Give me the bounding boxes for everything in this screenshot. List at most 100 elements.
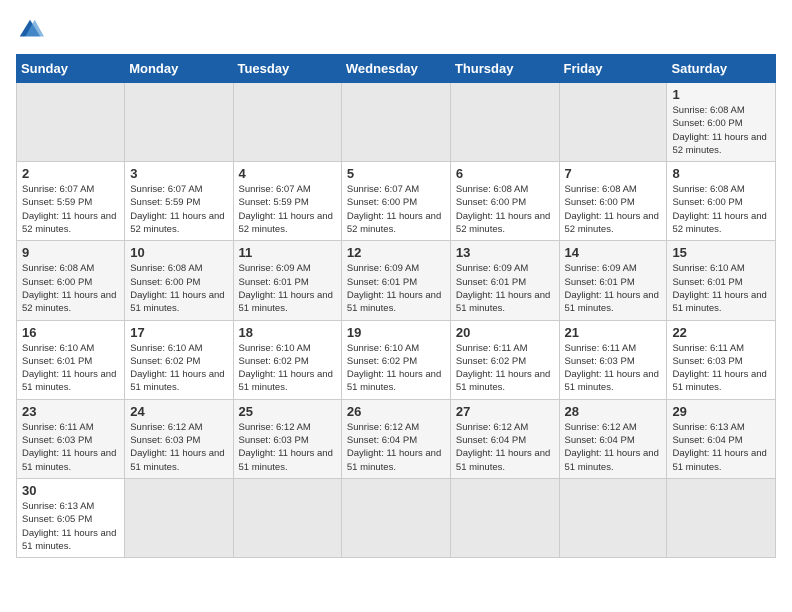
day-info: Sunrise: 6:07 AM Sunset: 5:59 PM Dayligh… — [22, 183, 119, 236]
calendar-cell: 13 Sunrise: 6:09 AM Sunset: 6:01 PM Dayl… — [450, 241, 559, 320]
header-sunday: Sunday — [17, 55, 125, 83]
day-info: Sunrise: 6:08 AM Sunset: 6:00 PM Dayligh… — [456, 183, 554, 236]
day-number: 23 — [22, 404, 119, 419]
calendar-cell — [233, 83, 341, 162]
day-info: Sunrise: 6:10 AM Sunset: 6:02 PM Dayligh… — [239, 342, 336, 395]
calendar-week-1: 2 Sunrise: 6:07 AM Sunset: 5:59 PM Dayli… — [17, 162, 776, 241]
day-info: Sunrise: 6:11 AM Sunset: 6:02 PM Dayligh… — [456, 342, 554, 395]
calendar-cell: 28 Sunrise: 6:12 AM Sunset: 6:04 PM Dayl… — [559, 399, 667, 478]
day-number: 12 — [347, 245, 445, 260]
day-info: Sunrise: 6:09 AM Sunset: 6:01 PM Dayligh… — [347, 262, 445, 315]
calendar-cell: 4 Sunrise: 6:07 AM Sunset: 5:59 PM Dayli… — [233, 162, 341, 241]
day-number: 26 — [347, 404, 445, 419]
calendar-cell: 9 Sunrise: 6:08 AM Sunset: 6:00 PM Dayli… — [17, 241, 125, 320]
day-info: Sunrise: 6:10 AM Sunset: 6:02 PM Dayligh… — [130, 342, 227, 395]
calendar-cell: 18 Sunrise: 6:10 AM Sunset: 6:02 PM Dayl… — [233, 320, 341, 399]
calendar-cell: 3 Sunrise: 6:07 AM Sunset: 5:59 PM Dayli… — [125, 162, 233, 241]
logo-icon — [16, 16, 44, 44]
day-info: Sunrise: 6:09 AM Sunset: 6:01 PM Dayligh… — [239, 262, 336, 315]
day-info: Sunrise: 6:13 AM Sunset: 6:04 PM Dayligh… — [672, 421, 770, 474]
day-number: 28 — [565, 404, 662, 419]
calendar-cell — [341, 478, 450, 557]
day-info: Sunrise: 6:12 AM Sunset: 6:03 PM Dayligh… — [239, 421, 336, 474]
header-wednesday: Wednesday — [341, 55, 450, 83]
day-info: Sunrise: 6:07 AM Sunset: 5:59 PM Dayligh… — [130, 183, 227, 236]
calendar-cell: 6 Sunrise: 6:08 AM Sunset: 6:00 PM Dayli… — [450, 162, 559, 241]
calendar-table: SundayMondayTuesdayWednesdayThursdayFrid… — [16, 54, 776, 558]
logo — [16, 16, 48, 44]
calendar-week-2: 9 Sunrise: 6:08 AM Sunset: 6:00 PM Dayli… — [17, 241, 776, 320]
day-info: Sunrise: 6:08 AM Sunset: 6:00 PM Dayligh… — [672, 183, 770, 236]
calendar-week-0: 1 Sunrise: 6:08 AM Sunset: 6:00 PM Dayli… — [17, 83, 776, 162]
calendar-cell — [559, 83, 667, 162]
calendar-cell: 7 Sunrise: 6:08 AM Sunset: 6:00 PM Dayli… — [559, 162, 667, 241]
calendar-cell: 25 Sunrise: 6:12 AM Sunset: 6:03 PM Dayl… — [233, 399, 341, 478]
calendar-cell — [450, 83, 559, 162]
day-info: Sunrise: 6:09 AM Sunset: 6:01 PM Dayligh… — [456, 262, 554, 315]
day-info: Sunrise: 6:12 AM Sunset: 6:03 PM Dayligh… — [130, 421, 227, 474]
day-info: Sunrise: 6:11 AM Sunset: 6:03 PM Dayligh… — [565, 342, 662, 395]
calendar-cell: 11 Sunrise: 6:09 AM Sunset: 6:01 PM Dayl… — [233, 241, 341, 320]
calendar-cell: 1 Sunrise: 6:08 AM Sunset: 6:00 PM Dayli… — [667, 83, 776, 162]
calendar-cell: 29 Sunrise: 6:13 AM Sunset: 6:04 PM Dayl… — [667, 399, 776, 478]
calendar-cell: 19 Sunrise: 6:10 AM Sunset: 6:02 PM Dayl… — [341, 320, 450, 399]
calendar-header-row: SundayMondayTuesdayWednesdayThursdayFrid… — [17, 55, 776, 83]
calendar-cell — [233, 478, 341, 557]
calendar-cell: 16 Sunrise: 6:10 AM Sunset: 6:01 PM Dayl… — [17, 320, 125, 399]
day-number: 8 — [672, 166, 770, 181]
day-number: 6 — [456, 166, 554, 181]
header-tuesday: Tuesday — [233, 55, 341, 83]
header — [16, 16, 776, 44]
day-number: 9 — [22, 245, 119, 260]
day-number: 24 — [130, 404, 227, 419]
header-monday: Monday — [125, 55, 233, 83]
calendar-cell: 24 Sunrise: 6:12 AM Sunset: 6:03 PM Dayl… — [125, 399, 233, 478]
day-number: 21 — [565, 325, 662, 340]
calendar-cell: 14 Sunrise: 6:09 AM Sunset: 6:01 PM Dayl… — [559, 241, 667, 320]
day-number: 2 — [22, 166, 119, 181]
calendar-cell: 17 Sunrise: 6:10 AM Sunset: 6:02 PM Dayl… — [125, 320, 233, 399]
calendar-cell: 8 Sunrise: 6:08 AM Sunset: 6:00 PM Dayli… — [667, 162, 776, 241]
day-number: 29 — [672, 404, 770, 419]
day-number: 17 — [130, 325, 227, 340]
calendar-cell — [450, 478, 559, 557]
day-info: Sunrise: 6:10 AM Sunset: 6:01 PM Dayligh… — [22, 342, 119, 395]
day-number: 3 — [130, 166, 227, 181]
calendar-cell: 5 Sunrise: 6:07 AM Sunset: 6:00 PM Dayli… — [341, 162, 450, 241]
day-info: Sunrise: 6:12 AM Sunset: 6:04 PM Dayligh… — [347, 421, 445, 474]
calendar-cell: 2 Sunrise: 6:07 AM Sunset: 5:59 PM Dayli… — [17, 162, 125, 241]
calendar-cell — [125, 83, 233, 162]
calendar-cell: 26 Sunrise: 6:12 AM Sunset: 6:04 PM Dayl… — [341, 399, 450, 478]
day-number: 16 — [22, 325, 119, 340]
day-info: Sunrise: 6:10 AM Sunset: 6:02 PM Dayligh… — [347, 342, 445, 395]
day-number: 5 — [347, 166, 445, 181]
day-number: 18 — [239, 325, 336, 340]
day-number: 7 — [565, 166, 662, 181]
calendar-week-3: 16 Sunrise: 6:10 AM Sunset: 6:01 PM Dayl… — [17, 320, 776, 399]
calendar-cell: 21 Sunrise: 6:11 AM Sunset: 6:03 PM Dayl… — [559, 320, 667, 399]
day-number: 14 — [565, 245, 662, 260]
day-number: 4 — [239, 166, 336, 181]
day-info: Sunrise: 6:08 AM Sunset: 6:00 PM Dayligh… — [565, 183, 662, 236]
calendar-cell: 15 Sunrise: 6:10 AM Sunset: 6:01 PM Dayl… — [667, 241, 776, 320]
day-info: Sunrise: 6:12 AM Sunset: 6:04 PM Dayligh… — [456, 421, 554, 474]
day-info: Sunrise: 6:08 AM Sunset: 6:00 PM Dayligh… — [130, 262, 227, 315]
calendar-cell: 12 Sunrise: 6:09 AM Sunset: 6:01 PM Dayl… — [341, 241, 450, 320]
day-number: 27 — [456, 404, 554, 419]
calendar-week-5: 30 Sunrise: 6:13 AM Sunset: 6:05 PM Dayl… — [17, 478, 776, 557]
calendar-cell: 22 Sunrise: 6:11 AM Sunset: 6:03 PM Dayl… — [667, 320, 776, 399]
header-friday: Friday — [559, 55, 667, 83]
calendar-cell: 23 Sunrise: 6:11 AM Sunset: 6:03 PM Dayl… — [17, 399, 125, 478]
day-info: Sunrise: 6:12 AM Sunset: 6:04 PM Dayligh… — [565, 421, 662, 474]
calendar-cell — [667, 478, 776, 557]
header-thursday: Thursday — [450, 55, 559, 83]
calendar-cell: 27 Sunrise: 6:12 AM Sunset: 6:04 PM Dayl… — [450, 399, 559, 478]
day-number: 1 — [672, 87, 770, 102]
calendar-cell: 20 Sunrise: 6:11 AM Sunset: 6:02 PM Dayl… — [450, 320, 559, 399]
day-number: 15 — [672, 245, 770, 260]
calendar-cell — [125, 478, 233, 557]
day-info: Sunrise: 6:07 AM Sunset: 5:59 PM Dayligh… — [239, 183, 336, 236]
day-number: 20 — [456, 325, 554, 340]
day-number: 11 — [239, 245, 336, 260]
day-info: Sunrise: 6:11 AM Sunset: 6:03 PM Dayligh… — [22, 421, 119, 474]
